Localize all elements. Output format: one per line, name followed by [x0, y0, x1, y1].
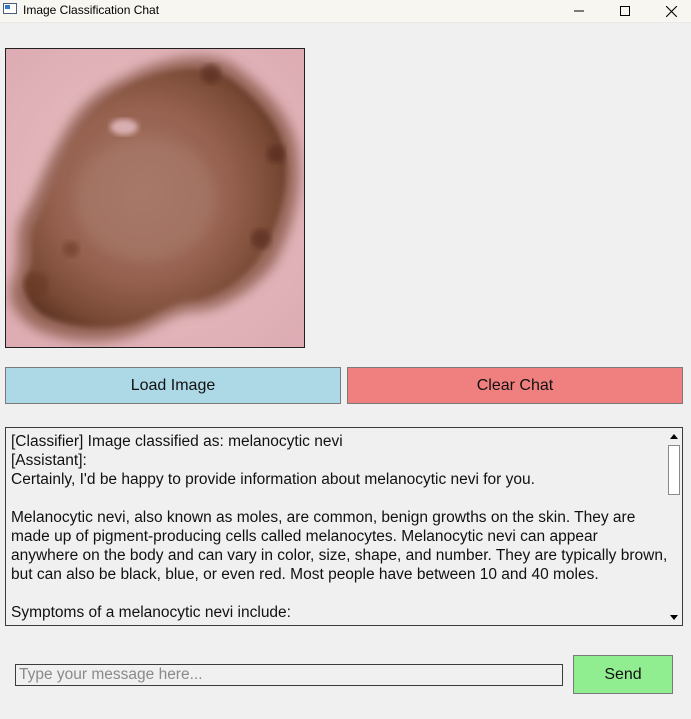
scrollbar-thumb[interactable] [668, 445, 680, 495]
message-input[interactable] [15, 664, 563, 686]
chat-line [11, 584, 661, 603]
chat-line: but can also be black, blue, or even red… [11, 566, 599, 583]
chat-line: [Classifier] Image classified as: melano… [11, 433, 343, 450]
chat-text: [Classifier] Image classified as: melano… [11, 432, 668, 622]
chat-scrollbar[interactable] [666, 428, 682, 625]
load-image-button[interactable]: Load Image [5, 367, 341, 404]
lesion-image [5, 48, 305, 348]
clear-chat-button[interactable]: Clear Chat [347, 367, 683, 404]
window-title: Image Classification Chat [23, 3, 160, 17]
chat-line: Melanocytic nevi, also known as moles, a… [11, 509, 636, 526]
scroll-up-icon [670, 433, 678, 439]
title-bar: Image Classification Chat [0, 0, 691, 23]
minimize-icon [574, 10, 584, 12]
app-window-icon [3, 3, 17, 14]
lesion-image-graphic [6, 49, 304, 347]
close-button[interactable] [648, 0, 691, 22]
chat-line: [Assistant]: [11, 452, 87, 469]
chat-line: Symptoms of a melanocytic nevi include: [11, 604, 291, 621]
chat-line: made up of pigment-producing cells calle… [11, 528, 598, 545]
maximize-icon [620, 6, 630, 16]
chat-line: anywhere on the body and can vary in col… [11, 547, 668, 564]
minimize-button[interactable] [556, 0, 602, 22]
maximize-button[interactable] [602, 0, 648, 22]
scroll-up-button[interactable] [666, 429, 682, 443]
chat-history[interactable]: [Classifier] Image classified as: melano… [5, 427, 683, 626]
close-icon [665, 5, 677, 17]
chat-line: Certainly, I'd be happy to provide infor… [11, 471, 535, 488]
send-button[interactable]: Send [573, 655, 673, 694]
chat-line [11, 489, 661, 508]
scroll-down-button[interactable] [666, 610, 682, 624]
scroll-down-icon [670, 614, 678, 620]
